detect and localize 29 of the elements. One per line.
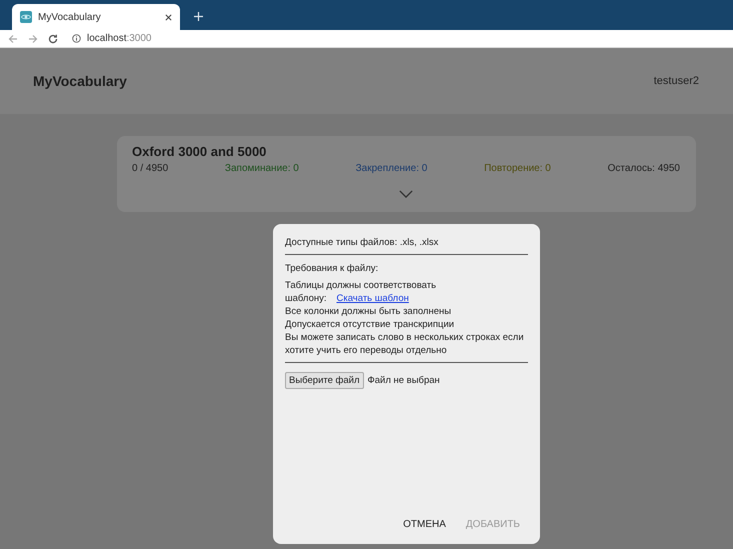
requirement-text: хотите учить его переводы отдельно	[285, 344, 448, 357]
chevron-down-icon[interactable]	[399, 190, 413, 198]
remaining-count: Осталось: 4950	[608, 163, 680, 174]
info-icon[interactable]	[72, 34, 81, 43]
stage-count: Запоминание: 0	[224, 163, 299, 174]
requirement-text: Вы можете записать слово в нескольких строках если	[285, 331, 525, 344]
requirement-text: шаблону:	[285, 292, 326, 305]
browser-tab[interactable]: MyVocabulary	[12, 4, 180, 30]
requirement-text: Таблицы должны соответствовать	[285, 279, 438, 292]
deck-title: Oxford 3000 and 5000	[132, 144, 268, 159]
file-status: Файл не выбран	[368, 375, 440, 386]
username[interactable]: testuser2	[654, 75, 699, 87]
reload-icon[interactable]	[48, 34, 58, 44]
requirements-heading: Требования к файлу:	[285, 262, 380, 275]
plus-icon[interactable]	[194, 12, 203, 21]
deck-card[interactable]: Oxford 3000 and 5000 0 / 4950 Запоминание: 0 Закрепление: 0 Повторение: 0 Осталось: 4950	[117, 136, 696, 212]
requirement-text: Допускается отсутствие транскрипции	[285, 318, 456, 331]
close-icon[interactable]	[165, 14, 172, 20]
address-field[interactable]: localhost:3000	[87, 33, 152, 44]
requirement-text: Все колонки должны быть заполнены	[285, 305, 452, 318]
stage-count: Повторение: 0	[484, 163, 551, 174]
stage-count: Закрепление: 0	[356, 163, 428, 174]
download-template-link[interactable]: Скачать шаблон	[336, 292, 409, 305]
tab-title: MyVocabulary	[38, 12, 102, 22]
dialog-button[interactable]: ОТМЕНА	[397, 515, 452, 534]
choose-file-button[interactable]: Выберите файл	[285, 372, 364, 389]
progress-count: 0 / 4950	[132, 163, 168, 174]
app-title: MyVocabulary	[33, 73, 127, 89]
file-types-text: Доступные типы файлов: .xls, .xlsx	[285, 236, 440, 249]
